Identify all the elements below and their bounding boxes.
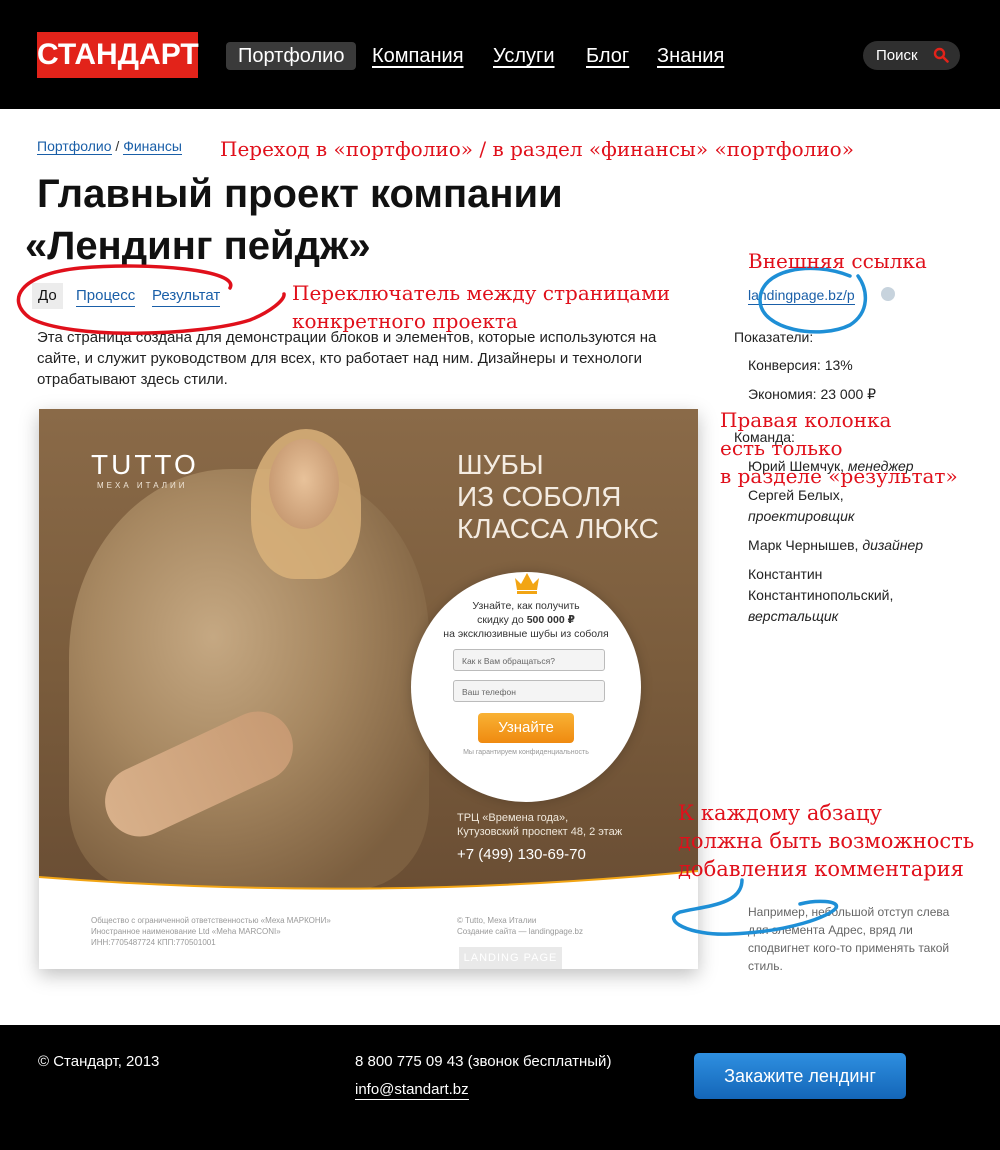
search-icon[interactable] [933, 47, 949, 63]
headline-line-1: ШУБЫ [457, 449, 544, 480]
team-member-role: дизайнер [862, 537, 924, 553]
team-member: Сергей Белых, проектировщик [748, 485, 908, 527]
offer-amount: 500 000 ₽ [526, 614, 575, 626]
annotation-right-column-line-1: Правая колонка [720, 408, 892, 432]
preview-hero: TUTTO МЕХА ИТАЛИИ ШУБЫ ИЗ СОБОЛЯ КЛАССА … [39, 409, 698, 889]
legal-left-line-1: Общество с ограниченной ответственностью… [91, 916, 331, 925]
team-member-role: проектировщик [748, 508, 855, 524]
team-member-name: Константин Константинопольский, [748, 566, 894, 603]
nav-blog[interactable]: Блог [586, 42, 629, 70]
legal-left-line-3: ИНН:7705487724 КПП:770501001 [91, 938, 216, 947]
breadcrumb-finance[interactable]: Финансы [123, 138, 182, 155]
preview-privacy-note: Мы гарантируем конфиденциальность [463, 749, 589, 756]
address-line-2: Кутузовский проспект 48, 2 этаж [457, 826, 623, 838]
annotation-comments-line-3: добавления комментария [678, 857, 964, 881]
annotation-comments-line-2: должна быть возможность [678, 829, 975, 853]
tab-before[interactable]: До [32, 283, 63, 309]
offer-prefix: скидку до [477, 614, 527, 626]
metric-savings: Экономия: 23 000 ₽ [748, 386, 877, 402]
metrics-label: Показатели: [734, 329, 814, 345]
preview-wave [39, 870, 698, 899]
preview-phone-field: Ваш телефон [453, 680, 605, 702]
breadcrumb-separator: / [115, 138, 120, 154]
team-member-role: верстальщик [748, 608, 839, 624]
footer-email-link[interactable]: info@standart.bz [355, 1081, 469, 1100]
nav-portfolio[interactable]: Портфолио [226, 42, 357, 70]
preview-name-field: Как к Вам обращаться? [453, 649, 605, 671]
search-label: Поиск [876, 47, 918, 64]
preview-brand: TUTTO [91, 449, 199, 480]
annotation-right-column-line-2: есть только [720, 436, 843, 460]
team-member: Марк Чернышев, дизайнер [748, 535, 968, 556]
preview-brand-sub: МЕХА ИТАЛИИ [97, 481, 188, 490]
search-box[interactable]: Поиск [863, 41, 960, 70]
preview-legal-left: Общество с ограниченной ответственностью… [91, 915, 331, 948]
breadcrumb-portfolio[interactable]: Портфолио [37, 138, 112, 155]
intro-paragraph: Эта страница создана для демонстрации бл… [37, 329, 657, 388]
preview-lead-form: Узнайте, как получить скидку до 500 000 … [411, 572, 641, 802]
headline-line-2: ИЗ СОБОЛЯ [457, 481, 622, 512]
page-title-line-2: «Лендинг пейдж» [25, 224, 371, 268]
footer-phone: 8 800 775 09 43 (звонок бесплатный) [355, 1053, 612, 1070]
annotation-external-link: Внешняя ссылка [748, 249, 927, 273]
annotation-breadcrumb: Переход в «портфолио» / в раздел «финанс… [220, 137, 854, 161]
external-link[interactable]: landingpage.bz/p [748, 286, 855, 305]
nav-services[interactable]: Услуги [493, 42, 555, 70]
footer-copyright: © Стандарт, 2013 [38, 1053, 160, 1070]
preview-headline: ШУБЫ ИЗ СОБОЛЯ КЛАССА ЛЮКС [457, 449, 659, 545]
metric-conversion: Конверсия: 13% [748, 357, 853, 373]
legal-right-line-2: Создание сайта — landingpage.bz [457, 927, 583, 936]
face-shape [269, 439, 339, 529]
external-link-icon[interactable] [881, 287, 895, 301]
annotation-right-column-line-3: в разделе «результат» [720, 464, 958, 488]
offer-line-3: на эксклюзивные шубы из соболя [443, 628, 609, 640]
comment-example: Например, небольшой отступ слева для эле… [748, 905, 950, 973]
offer-line-2: скидку до 500 000 ₽ [425, 613, 627, 627]
offer-line-1: Узнайте, как получить [472, 600, 580, 612]
legal-left-line-2: Иностранное наименование Ltd «Meha MARCO… [91, 927, 281, 936]
headline-line-3: КЛАССА ЛЮКС [457, 513, 659, 544]
team-member: Константин Константинопольский, версталь… [748, 564, 968, 627]
breadcrumb: Портфолио / Финансы [37, 138, 182, 155]
preview-submit-button: Узнайте [478, 713, 574, 743]
landing-preview: TUTTO МЕХА ИТАЛИИ ШУБЫ ИЗ СОБОЛЯ КЛАССА … [39, 409, 698, 969]
tab-process[interactable]: Процесс [76, 286, 136, 307]
annotation-comments-line-1: К каждому абзацу [678, 801, 882, 825]
annotation-tabs-line-2: конкретного проекта [292, 309, 518, 333]
preview-legal-right: © Tutto, Меха Италии Создание сайта — la… [457, 915, 583, 937]
nav-company[interactable]: Компания [372, 42, 464, 70]
team-member-name: Сергей Белых, [748, 487, 844, 503]
annotation-tabs-line-1: Переключатель между страницами [292, 281, 671, 305]
order-landing-button[interactable]: Закажите лендинг [694, 1053, 906, 1099]
preview-offer-text: Узнайте, как получить скидку до 500 000 … [425, 599, 627, 641]
address-line-1: ТРЦ «Времена года», [457, 812, 569, 824]
preview-landing-badge: LANDING PAGE [459, 947, 562, 969]
crown-icon [515, 573, 539, 594]
site-logo[interactable]: СТАНДАРТ [37, 32, 199, 78]
legal-right-line-1: © Tutto, Меха Италии [457, 916, 537, 925]
tab-result[interactable]: Результат [152, 286, 221, 307]
preview-address: ТРЦ «Времена года», Кутузовский проспект… [457, 811, 622, 839]
team-member-name: Марк Чернышев, [748, 537, 863, 553]
nav-knowledge[interactable]: Знания [657, 42, 724, 70]
page-title-line-1: Главный проект компании [37, 172, 563, 216]
